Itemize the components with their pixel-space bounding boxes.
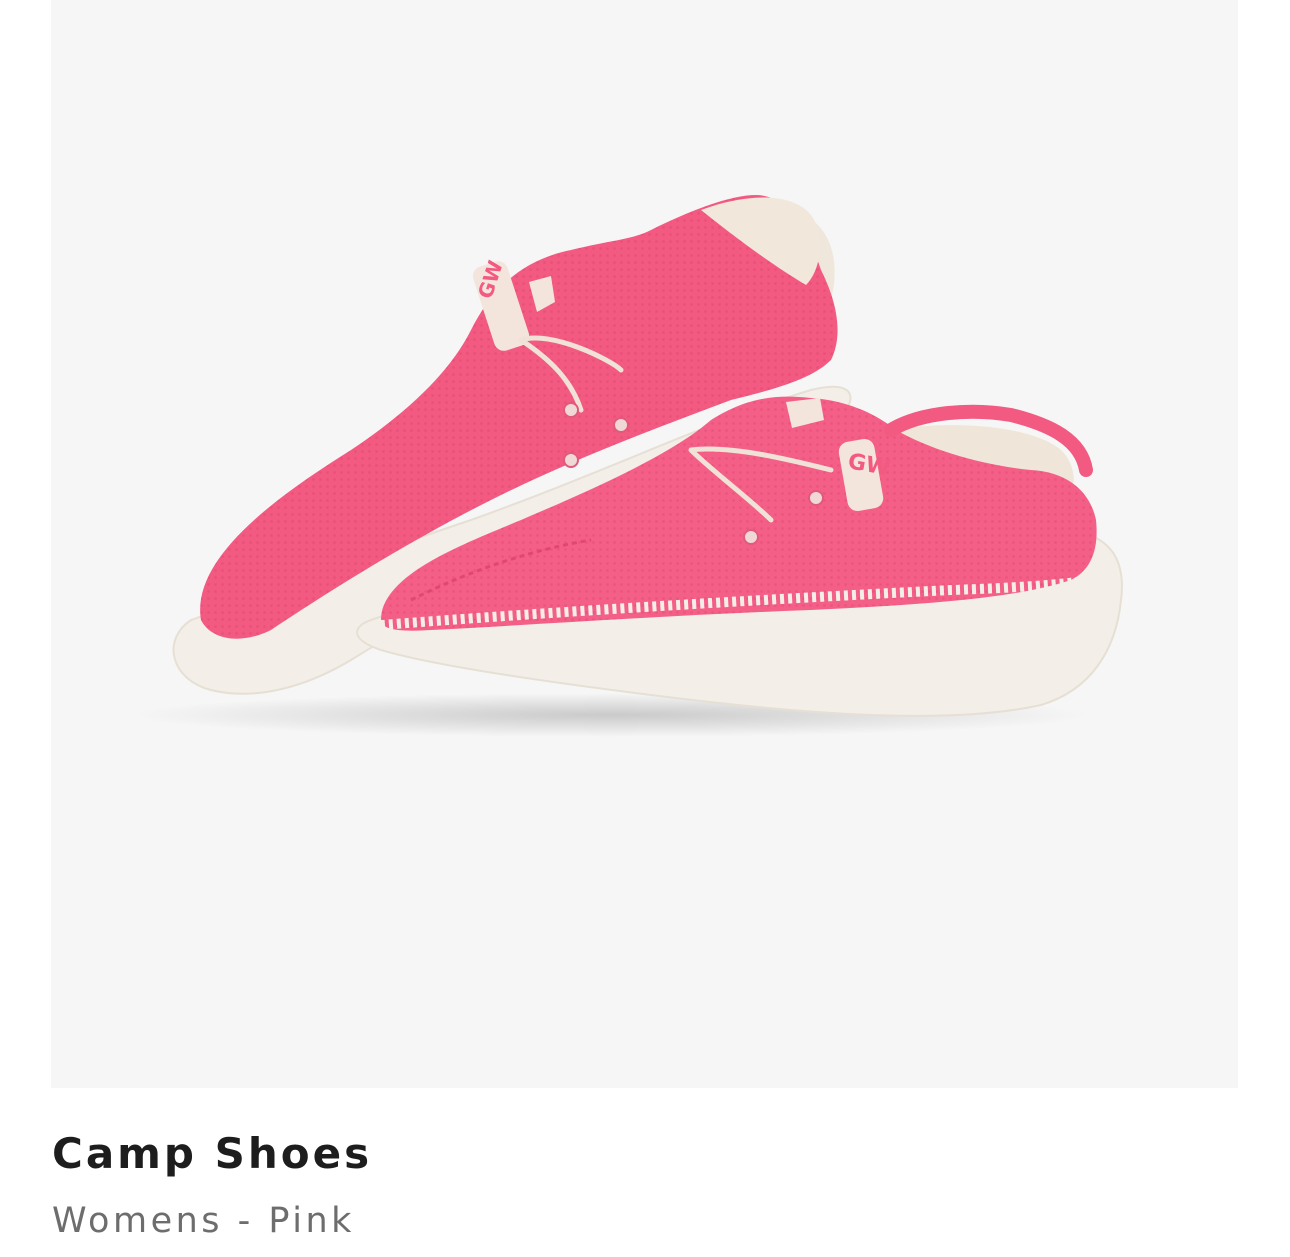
product-card[interactable]: GW GW Camp Shoes Womens - Pink — [0, 0, 1290, 1257]
shoe-pair-illustration: GW GW — [131, 195, 1123, 737]
product-image[interactable]: GW GW — [51, 0, 1238, 1088]
product-variant: Womens - Pink — [52, 1201, 355, 1241]
product-title[interactable]: Camp Shoes — [52, 1126, 372, 1182]
